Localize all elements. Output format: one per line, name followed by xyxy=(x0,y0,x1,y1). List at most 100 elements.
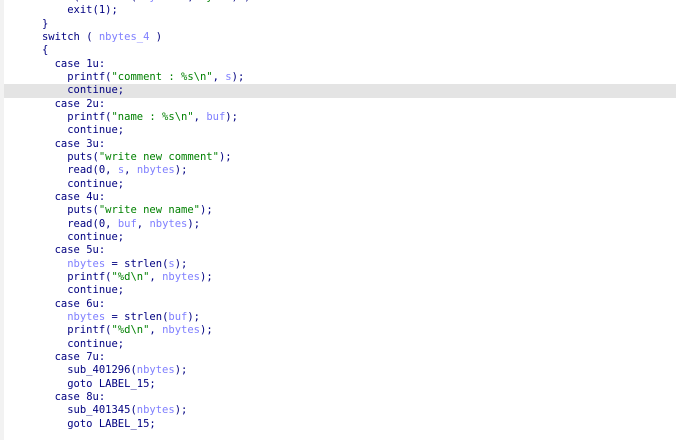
code-token-kw: if xyxy=(55,0,68,3)
code-token-kw: case xyxy=(54,297,80,310)
code-line[interactable]: sub_401345(nbytes); xyxy=(4,404,676,417)
pseudocode-view[interactable]: if ( !strstr (haystack, "yes") ) exit(1);… xyxy=(4,0,676,431)
code-token-punct: } xyxy=(41,17,49,30)
code-line[interactable]: continue; xyxy=(4,231,676,244)
code-token-str: "%d\n" xyxy=(111,324,150,337)
code-token-punct: ); xyxy=(200,270,213,283)
code-line[interactable]: continue; xyxy=(4,124,676,137)
code-token-fn: strlen xyxy=(124,310,163,323)
code-token-punct: ); xyxy=(187,217,201,230)
code-token-punct: ); xyxy=(200,324,213,337)
code-line[interactable]: printf("%d\n", nbytes); xyxy=(4,271,676,284)
code-token-punct: ; xyxy=(117,230,125,243)
code-token-num: 5u xyxy=(86,244,99,257)
code-token-kw: continue xyxy=(67,230,118,243)
code-token-punct: ) ) xyxy=(232,0,251,3)
code-line[interactable]: continue; xyxy=(4,178,676,191)
code-token-var: nbytes xyxy=(136,164,175,177)
code-token-var: buf xyxy=(168,310,188,323)
code-line[interactable]: continue; xyxy=(4,338,676,351)
code-line[interactable]: printf("%d\n", nbytes); xyxy=(4,324,676,337)
code-line[interactable]: puts("write new name"); xyxy=(4,204,676,217)
code-token-punct: : xyxy=(98,390,106,403)
code-token-str: "yes" xyxy=(200,0,232,3)
code-line[interactable]: goto LABEL_15; xyxy=(4,418,676,431)
code-token-punct: ); xyxy=(218,150,232,163)
code-token-punct: ; xyxy=(117,284,125,297)
code-token-punct: ); xyxy=(174,257,188,270)
code-line[interactable]: sub_401296(nbytes); xyxy=(4,364,676,377)
code-token-punct: , xyxy=(105,217,118,230)
code-line[interactable]: case 6u: xyxy=(4,298,676,311)
code-line[interactable]: nbytes = strlen(buf); xyxy=(4,311,676,324)
code-line[interactable]: continue; xyxy=(4,284,676,297)
code-line[interactable]: puts("write new comment"); xyxy=(4,151,676,164)
code-line[interactable]: } xyxy=(4,18,676,31)
code-line-current[interactable]: continue; xyxy=(4,84,676,98)
code-token-str: "name : %s\n" xyxy=(111,110,194,123)
code-token-num: 2u xyxy=(86,97,99,110)
code-token-kw: case xyxy=(54,244,80,257)
code-token-kw: goto xyxy=(67,377,93,390)
code-token-fn: exit xyxy=(67,4,93,17)
code-token-punct: ); xyxy=(231,70,245,83)
code-token-var: nbytes_4 xyxy=(98,30,150,43)
code-line[interactable]: printf("comment : %s\n", s); xyxy=(4,71,676,84)
code-line[interactable]: switch ( nbytes_4 ) xyxy=(4,31,676,44)
code-line[interactable]: case 8u: xyxy=(4,391,676,404)
code-line[interactable]: case 4u: xyxy=(4,191,676,204)
code-line[interactable]: read(0, s, nbytes); xyxy=(4,164,676,177)
code-token-kw: switch xyxy=(41,30,80,43)
code-line[interactable]: goto LABEL_15; xyxy=(4,378,676,391)
code-line[interactable]: nbytes = strlen(s); xyxy=(4,258,676,271)
code-token-var: nbytes xyxy=(136,404,175,417)
code-line[interactable]: read(0, buf, nbytes); xyxy=(4,218,676,231)
code-token-punct: ; xyxy=(149,417,156,430)
code-token-kw: continue xyxy=(67,337,118,350)
code-token-punct: : xyxy=(98,350,106,363)
code-line[interactable]: { xyxy=(4,44,676,57)
code-line[interactable]: printf("name : %s\n", buf); xyxy=(4,111,676,124)
code-token-kw: case xyxy=(54,57,80,70)
code-token-punct: , xyxy=(136,217,150,230)
code-token-str: "write new name" xyxy=(98,204,200,217)
code-token-kw: case xyxy=(54,97,80,110)
code-token-punct: , xyxy=(149,270,163,283)
code-token-kw: continue xyxy=(67,177,118,190)
code-token-kw: case xyxy=(54,350,80,363)
code-line[interactable]: case 3u: xyxy=(4,138,676,151)
code-token-num: 6u xyxy=(86,297,99,310)
code-token-fn: printf xyxy=(67,270,106,283)
code-line[interactable]: exit(1); xyxy=(4,4,676,17)
code-token-str: "%d\n" xyxy=(111,270,150,283)
code-token-fn: puts xyxy=(67,150,93,163)
code-line[interactable]: case 2u: xyxy=(4,98,676,111)
code-token-kw: continue xyxy=(67,84,118,97)
code-line[interactable]: case 5u: xyxy=(4,244,676,257)
code-token-punct: ); xyxy=(225,110,238,123)
code-token-fn: strstr xyxy=(93,0,131,3)
code-token-punct: ); xyxy=(105,4,118,17)
code-line[interactable]: case 1u: xyxy=(4,58,676,71)
code-line[interactable]: case 7u: xyxy=(4,351,676,364)
code-token-punct: { xyxy=(41,44,49,57)
